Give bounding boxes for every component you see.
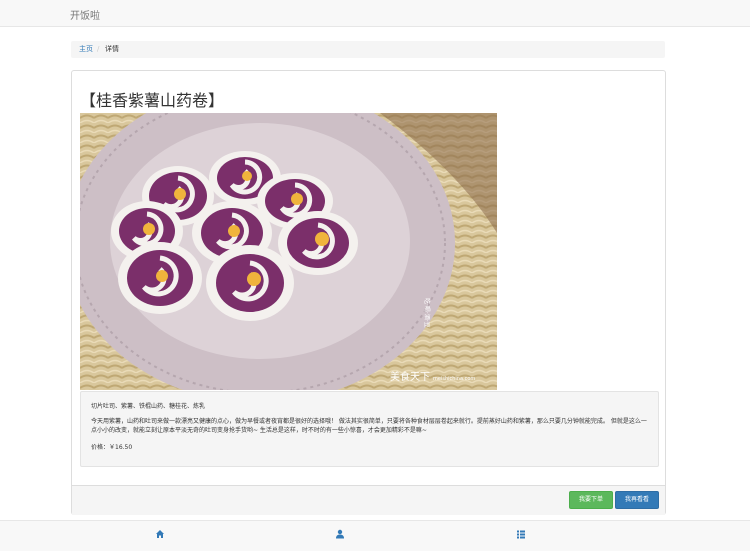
photo-watermark: 美食天下 xyxy=(390,370,430,383)
breadcrumb: 主页 / 详情 xyxy=(71,41,665,58)
top-navbar: 开饭啦 xyxy=(0,0,750,27)
user-icon xyxy=(330,529,350,539)
order-button[interactable]: 我要下单 xyxy=(569,491,613,509)
browse-more-button[interactable]: 我再看看 xyxy=(615,491,659,509)
breadcrumb-current: 详情 xyxy=(105,45,119,53)
home-icon xyxy=(150,529,170,539)
panel-footer: 我要下单 我再看看 xyxy=(72,485,665,515)
photo-side-text: 吃·喝·酒·豆 xyxy=(423,298,431,328)
dish-title: 【桂香紫薯山药卷】 xyxy=(80,91,225,110)
dish-info-well: 切片吐司、紫薯、铁棍山药、糖桂花、炼乳 今天用紫薯，山药和吐司来做一款漂亮又健康… xyxy=(80,391,659,467)
breadcrumb-home-link[interactable]: 主页 xyxy=(79,41,93,58)
dish-ingredients: 切片吐司、紫薯、铁棍山药、糖桂花、炼乳 xyxy=(91,403,206,410)
bottom-nav-home[interactable] xyxy=(150,529,170,543)
dish-photo: 吃·喝·酒·豆 美食天下 meishichina.com xyxy=(80,113,497,390)
list-icon xyxy=(511,529,531,539)
bottom-nav-user[interactable] xyxy=(330,529,350,543)
detail-panel: 【桂香紫薯山药卷】 吃·喝·酒·豆 美食天下 meishichina.com 切… xyxy=(71,70,666,515)
bottom-nav xyxy=(0,520,750,551)
brand-link[interactable]: 开饭啦 xyxy=(70,7,100,22)
breadcrumb-separator: / xyxy=(97,45,100,53)
bottom-nav-list[interactable] xyxy=(511,529,531,543)
photo-watermark-url: meishichina.com xyxy=(433,376,475,382)
dish-description: 今天用紫薯，山药和吐司来做一款漂亮又健康的点心，做为早餐或者夜宵都是很好的选择哦… xyxy=(91,418,647,434)
dish-price: 价格：￥16.50 xyxy=(91,444,133,451)
